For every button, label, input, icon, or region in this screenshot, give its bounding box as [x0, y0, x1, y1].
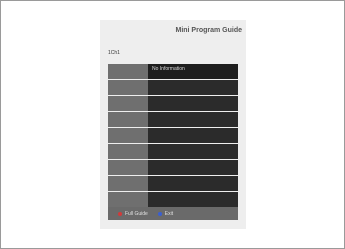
program-row[interactable] — [108, 96, 238, 111]
program-row[interactable]: No Information — [108, 64, 238, 79]
red-key-icon — [118, 211, 122, 216]
blue-key-icon — [157, 211, 162, 216]
mini-program-guide-panel: Mini Program Guide 1Ch1 No Information F… — [100, 20, 246, 229]
program-row[interactable] — [108, 176, 238, 191]
time-cell — [108, 64, 148, 79]
program-row[interactable] — [108, 112, 238, 127]
time-cell — [108, 112, 148, 127]
time-cell — [108, 96, 148, 111]
program-cell — [148, 128, 238, 143]
program-row[interactable] — [108, 80, 238, 95]
guide-title: Mini Program Guide — [175, 27, 242, 34]
program-grid: No Information — [108, 64, 238, 208]
time-cell — [108, 192, 148, 207]
program-row[interactable] — [108, 128, 238, 143]
program-cell — [148, 192, 238, 207]
program-cell — [148, 80, 238, 95]
time-cell — [108, 160, 148, 175]
program-cell — [148, 176, 238, 191]
program-row[interactable] — [108, 144, 238, 159]
program-cell: No Information — [148, 64, 238, 79]
time-cell — [108, 176, 148, 191]
screen-frame: Mini Program Guide 1Ch1 No Information F… — [0, 0, 345, 249]
full-guide-label: Full Guide — [125, 210, 148, 217]
program-row[interactable] — [108, 160, 238, 175]
exit-label: Exit — [164, 210, 174, 217]
program-cell — [148, 112, 238, 127]
program-row[interactable] — [108, 192, 238, 207]
full-guide-button[interactable]: Full Guide — [118, 211, 148, 217]
program-cell — [148, 144, 238, 159]
program-cell — [148, 96, 238, 111]
time-cell — [108, 144, 148, 159]
channel-label: 1Ch1 — [108, 50, 120, 56]
exit-button[interactable]: Exit — [157, 210, 174, 217]
time-cell — [108, 128, 148, 143]
time-cell — [108, 80, 148, 95]
program-cell — [148, 160, 238, 175]
program-title: No Information — [152, 66, 185, 72]
guide-footer: Full Guide Exit — [108, 207, 238, 220]
